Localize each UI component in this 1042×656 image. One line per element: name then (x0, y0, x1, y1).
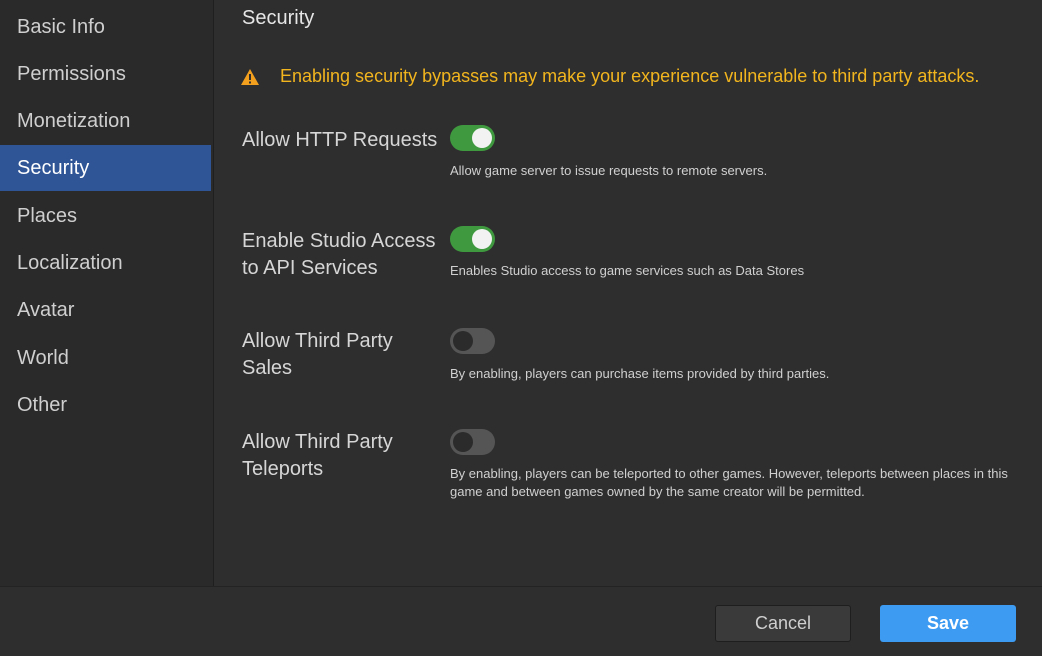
sidebar-item-label: Basic Info (17, 15, 105, 38)
sidebar-item-permissions[interactable]: Permissions (0, 51, 211, 97)
setting-enable-studio-api-access: Enable Studio Access to API Services Ena… (242, 226, 1032, 286)
sidebar-item-label: World (17, 346, 69, 369)
security-warning: Enabling security bypasses may make your… (240, 66, 979, 87)
allow-http-requests-toggle[interactable] (450, 125, 495, 151)
sidebar-item-label: Avatar (17, 298, 75, 321)
sidebar-item-other[interactable]: Other (0, 382, 211, 428)
setting-label: Allow Third Party Teleports (242, 431, 393, 480)
sidebar-item-label: Places (17, 204, 78, 227)
warning-triangle-icon (240, 68, 260, 86)
page-title: Security (242, 7, 315, 29)
sidebar-item-basic-info[interactable]: Basic Info (0, 4, 211, 50)
sidebar-item-label: Monetization (17, 109, 131, 132)
sidebar-item-avatar[interactable]: Avatar (0, 287, 211, 333)
toggle-knob (472, 128, 492, 148)
sidebar-item-label: Localization (17, 251, 123, 274)
setting-allow-third-party-sales: Allow Third Party Sales By enabling, pla… (242, 328, 1032, 388)
toggle-knob (453, 432, 473, 452)
sidebar-item-security[interactable]: Security (0, 145, 211, 191)
setting-description: Allow game server to issue requests to r… (450, 163, 768, 178)
sidebar-item-label: Permissions (17, 62, 126, 85)
setting-label: Enable Studio Access to API Services (242, 230, 436, 279)
setting-allow-http-requests: Allow HTTP Requests Allow game server to… (242, 125, 1032, 185)
settings-panel: Security Enabling security bypasses may … (214, 0, 1042, 586)
sidebar: Basic Info Permissions Monetization Secu… (0, 0, 214, 586)
third-party-sales-toggle[interactable] (450, 328, 495, 354)
sidebar-item-localization[interactable]: Localization (0, 240, 211, 286)
setting-description: Enables Studio access to game services s… (450, 263, 805, 278)
setting-allow-third-party-teleports: Allow Third Party Teleports By enabling,… (242, 429, 1032, 509)
third-party-teleports-toggle[interactable] (450, 429, 495, 455)
sidebar-item-monetization[interactable]: Monetization (0, 98, 211, 144)
toggle-knob (453, 331, 473, 351)
sidebar-item-label: Other (17, 393, 68, 416)
setting-description: By enabling, players can be teleported t… (450, 466, 1008, 499)
sidebar-item-places[interactable]: Places (0, 193, 211, 239)
setting-description: By enabling, players can purchase items … (450, 366, 830, 381)
cancel-button[interactable]: Cancel (715, 605, 851, 642)
studio-api-access-toggle[interactable] (450, 226, 495, 252)
dialog-footer: Cancel Save (0, 586, 1042, 656)
toggle-knob (472, 229, 492, 249)
warning-text: Enabling security bypasses may make your… (280, 66, 980, 86)
game-settings-window: Basic Info Permissions Monetization Secu… (0, 0, 1042, 656)
save-button[interactable]: Save (880, 605, 1016, 642)
sidebar-item-world[interactable]: World (0, 335, 211, 381)
sidebar-item-label: Security (17, 156, 90, 179)
setting-label: Allow Third Party Sales (242, 330, 393, 379)
setting-label: Allow HTTP Requests (242, 129, 438, 151)
